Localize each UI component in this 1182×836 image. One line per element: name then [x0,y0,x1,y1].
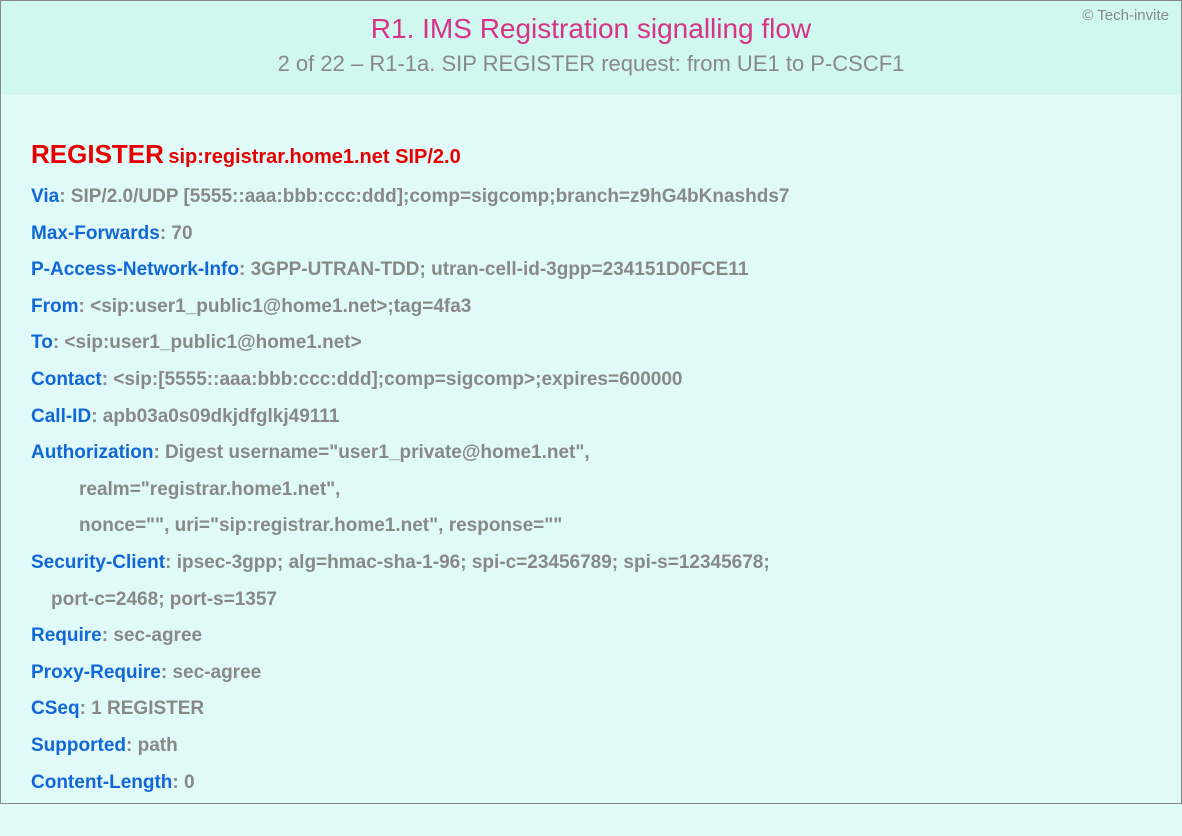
sip-header-name: Contact [31,369,102,390]
sip-header-line: Authorization: Digest username="user1_pr… [31,440,1151,467]
request-line: REGISTER sip:registrar.home1.net SIP/2.0 [31,139,1151,170]
sip-header-line: From: <sip:user1_public1@home1.net>;tag=… [31,294,1151,321]
security-client-continuation: port-c=2468; port-s=1357 [31,587,1151,614]
sip-header-name: Via [31,186,59,207]
document-header: © Tech-invite R1. IMS Registration signa… [1,1,1181,95]
sip-header-name: CSeq [31,698,80,719]
authorization-continuation: nonce="", uri="sip:registrar.home1.net",… [31,513,1151,540]
sip-header-value: : 0 [172,772,194,793]
sip-header-line: Security-Client: ipsec-3gpp; alg=hmac-sh… [31,550,1151,577]
sip-header-value: : <sip:user1_public1@home1.net>;tag=4fa3 [79,296,472,317]
sip-header-value: : Digest username="user1_private@home1.n… [153,442,589,463]
sip-header-name: Security-Client [31,552,165,573]
sip-header-line: To: <sip:user1_public1@home1.net> [31,330,1151,357]
sip-message-content: REGISTER sip:registrar.home1.net SIP/2.0… [1,95,1181,836]
sip-header-name: Max-Forwards [31,223,160,244]
sip-header-line: Content-Length: 0 [31,770,1151,797]
sip-header-name: Call-ID [31,406,91,427]
sip-header-line: Via: SIP/2.0/UDP [5555::aaa:bbb:ccc:ddd]… [31,184,1151,211]
sip-header-value: : SIP/2.0/UDP [5555::aaa:bbb:ccc:ddd];co… [59,186,789,207]
sip-header-line: Call-ID: apb03a0s09dkjdfglkj49111 [31,404,1151,431]
sip-header-value: : sec-agree [102,625,202,646]
sip-header-line: Supported: path [31,733,1151,760]
sip-header-name: P-Access-Network-Info [31,259,239,280]
sip-header-line: Contact: <sip:[5555::aaa:bbb:ccc:ddd];co… [31,367,1151,394]
sip-header-value: : 70 [160,223,193,244]
sip-header-value: : sec-agree [161,662,261,683]
sip-header-line: Max-Forwards: 70 [31,221,1151,248]
sip-method: REGISTER [31,139,164,169]
sip-header-value: : ipsec-3gpp; alg=hmac-sha-1-96; spi-c=2… [165,552,770,573]
sip-header-line: P-Access-Network-Info: 3GPP-UTRAN-TDD; u… [31,257,1151,284]
copyright-text: © Tech-invite [1082,7,1169,24]
sip-header-name: To [31,332,53,353]
sip-header-name: Content-Length [31,772,172,793]
page-title: R1. IMS Registration signalling flow [21,13,1161,45]
sip-header-value: : <sip:user1_public1@home1.net> [53,332,362,353]
page-subtitle: 2 of 22 – R1-1a. SIP REGISTER request: f… [21,51,1161,77]
sip-header-value: : <sip:[5555::aaa:bbb:ccc:ddd];comp=sigc… [102,369,683,390]
sip-header-name: From [31,296,79,317]
sip-header-value: : 1 REGISTER [80,698,205,719]
sip-header-name: Require [31,625,102,646]
sip-header-line: CSeq: 1 REGISTER [31,696,1151,723]
request-uri: sip:registrar.home1.net SIP/2.0 [168,146,460,168]
sip-header-value: : 3GPP-UTRAN-TDD; utran-cell-id-3gpp=234… [239,259,748,280]
sip-header-line: Proxy-Require: sec-agree [31,660,1151,687]
authorization-continuation: realm="registrar.home1.net", [31,477,1151,504]
sip-header-value: : path [126,735,178,756]
sip-header-name: Proxy-Require [31,662,161,683]
sip-header-name: Supported [31,735,126,756]
sip-header-value: : apb03a0s09dkjdfglkj49111 [91,406,339,427]
sip-header-line: Require: sec-agree [31,623,1151,650]
sip-header-name: Authorization [31,442,153,463]
